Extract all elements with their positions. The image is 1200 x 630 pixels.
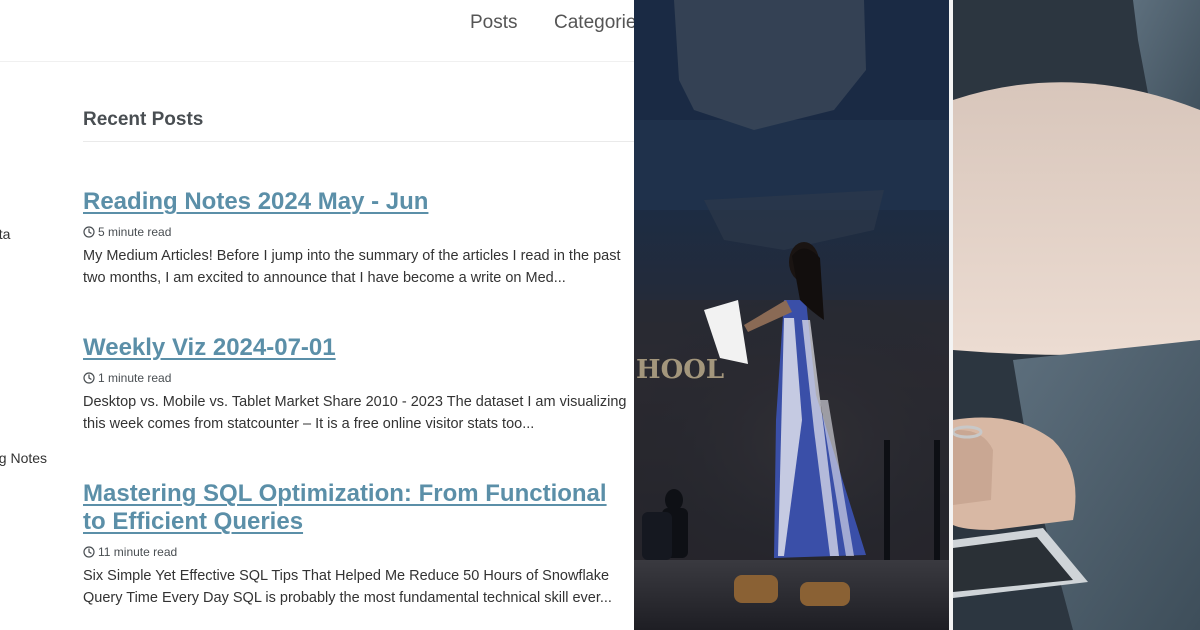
blog-page: Posts Categorie ata ng Notes Recent Post… <box>0 0 634 630</box>
wall-sign-text: HOOL <box>636 355 724 385</box>
section-title: Recent Posts <box>83 109 204 130</box>
masthead: Posts Categorie <box>0 0 634 62</box>
nav-link-posts[interactable]: Posts <box>470 12 518 34</box>
section-divider <box>83 141 634 142</box>
post-read-time: 5 minute read <box>98 225 172 239</box>
post-title-link[interactable]: Reading Notes 2024 May - Jun <box>83 188 631 216</box>
post-meta: 1 minute read <box>83 371 631 385</box>
post-item: Weekly Viz 2024-07-01 1 minute read Desk… <box>83 334 631 435</box>
post-title-link[interactable]: Mastering SQL Optimization: From Functio… <box>83 480 631 536</box>
post-meta: 11 minute read <box>83 545 631 559</box>
post-title-link[interactable]: Weekly Viz 2024-07-01 <box>83 334 631 362</box>
hand-tablet-photo <box>953 0 1200 630</box>
post-read-time: 11 minute read <box>98 545 178 559</box>
hand-tablet-illustration <box>953 0 1200 630</box>
post-item: Mastering SQL Optimization: From Functio… <box>83 480 631 609</box>
sidebar-item-data[interactable]: ata <box>0 226 10 242</box>
post-item: Reading Notes 2024 May - Jun 5 minute re… <box>83 188 631 289</box>
post-meta: 5 minute read <box>83 225 631 239</box>
clock-icon <box>83 546 95 558</box>
clock-icon <box>83 372 95 384</box>
nav-link-categories[interactable]: Categorie <box>554 12 634 34</box>
sidebar-item-notes[interactable]: ng Notes <box>0 450 47 466</box>
post-excerpt: My Medium Articles! Before I jump into t… <box>83 248 621 286</box>
clock-icon <box>83 226 95 238</box>
post-excerpt: Desktop vs. Mobile vs. Tablet Market Sha… <box>83 394 627 432</box>
stage-speaker-photo: HOOL <box>634 0 949 630</box>
stage-speaker-illustration: HOOL <box>634 0 949 630</box>
post-read-time: 1 minute read <box>98 371 172 385</box>
post-excerpt: Six Simple Yet Effective SQL Tips That H… <box>83 568 612 606</box>
